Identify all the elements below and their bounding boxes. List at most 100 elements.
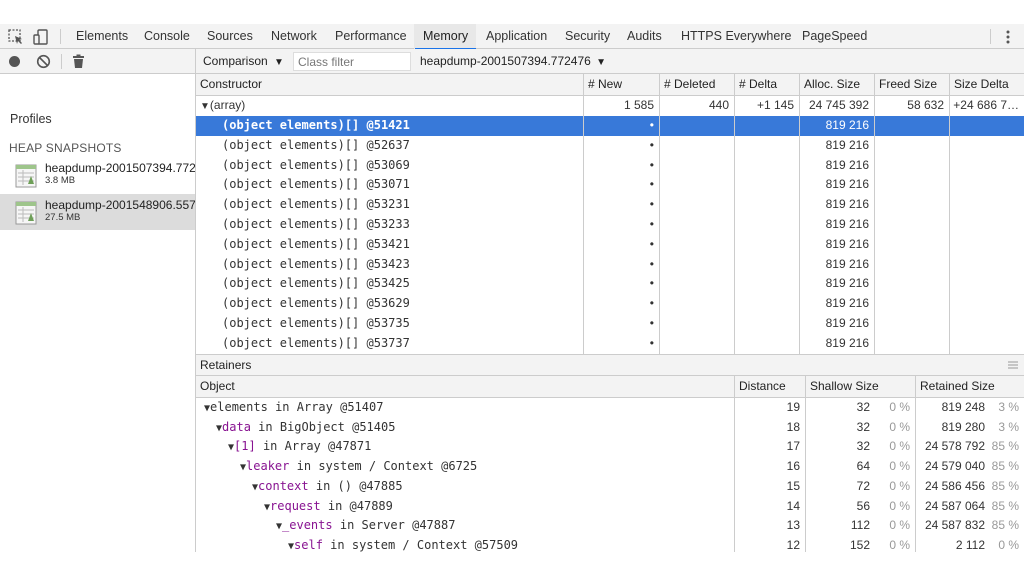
retainer-object: BigObject @51405 [279, 419, 396, 434]
new-cell: • [649, 157, 654, 172]
column-header-shallow-size[interactable]: Shallow Size [805, 376, 915, 398]
table-row[interactable]: (object elements)[] @53421 • 819 216 [196, 235, 1024, 255]
tab-performance[interactable]: Performance [335, 24, 407, 49]
snapshot-item-selected[interactable]: heapdump-2001548906.557 27.5 MB [0, 194, 195, 230]
table-row[interactable]: (object elements)[] @53423 • 819 216 [196, 255, 1024, 275]
retainer-row[interactable]: ▼data in BigObject @51405 18 32 0 % 819 280 3… [196, 418, 1024, 438]
alloc-size-cell: 819 216 [825, 157, 869, 172]
retained-size-cell: 24 578 792 [924, 439, 985, 454]
table-row[interactable]: (object elements)[] @53425 • 819 216 [196, 274, 1024, 294]
retained-size-cell: 24 579 040 [924, 459, 985, 474]
retained-size-cell: 819 248 [941, 400, 985, 414]
class-filter-input[interactable] [293, 52, 411, 71]
tab-audits[interactable]: Audits [627, 24, 662, 49]
column-header-retained-size[interactable]: Retained Size [915, 376, 1024, 398]
retainer-row[interactable]: ▼context in () @47885 15 72 0 % 24 586 456 85… [196, 477, 1024, 497]
trash-icon[interactable] [72, 54, 85, 69]
tab-console[interactable]: Console [144, 24, 190, 49]
retainer-row[interactable]: ▼elements in Array @51407 19 32 0 % 819 248 3… [196, 398, 1024, 418]
column-header-delta[interactable]: # Delta [734, 74, 799, 96]
tab-sources[interactable]: Sources [207, 24, 253, 49]
retainer-row[interactable]: ▼_events in Server @47887 13 112 0 % 24 587 … [196, 516, 1024, 536]
table-row[interactable]: (object elements)[] @53233 • 819 216 [196, 215, 1024, 235]
snapshot-size: 27.5 MB [45, 212, 81, 223]
column-header-new[interactable]: # New [583, 74, 659, 96]
constructor-table-header: Constructor # New # Deleted # Delta Allo… [196, 74, 1024, 96]
constructor-table: Constructor # New # Deleted # Delta Allo… [196, 74, 1024, 354]
record-icon[interactable] [8, 55, 21, 68]
column-header-object[interactable]: Object [196, 376, 734, 398]
constructor-name: (array) [209, 98, 246, 112]
expand-triangle-icon[interactable]: ▼ [200, 101, 210, 112]
more-options-icon[interactable] [999, 28, 1017, 46]
retainer-row[interactable]: ▼request in @47889 14 56 0 % 24 587 064 85 % [196, 497, 1024, 517]
shallow-size-cell: 112 [850, 518, 870, 533]
new-cell: • [649, 256, 654, 271]
column-header-freed-size[interactable]: Freed Size [874, 74, 949, 96]
table-row[interactable]: (object elements)[] @53735 • 819 216 [196, 314, 1024, 334]
alloc-size-cell: 24 745 392 [808, 98, 869, 112]
alloc-size-cell: 819 216 [825, 335, 869, 350]
retainer-property: leaker [246, 459, 290, 474]
device-toolbar-icon[interactable] [32, 28, 50, 46]
size-delta-cell: +24 686 7… [953, 98, 1019, 112]
alloc-size-cell: 819 216 [825, 256, 869, 271]
column-divider [799, 96, 800, 354]
table-row[interactable]: (object elements)[] @53737 • 819 216 [196, 334, 1024, 354]
new-cell: • [649, 276, 654, 291]
shallow-pct-cell: 0 % [889, 498, 910, 513]
table-row-group[interactable]: ▼(array) 1 585 440 +1 145 24 745 392 58 … [196, 96, 1024, 116]
retainer-property: [1] [234, 439, 256, 454]
snapshot-name: heapdump-2001507394.772 [45, 161, 195, 175]
resize-handle-icon[interactable] [1008, 360, 1018, 370]
retainer-row[interactable]: ▼[1] in Array @47871 17 32 0 % 24 578 792 85 … [196, 437, 1024, 457]
constructor-cell: (object elements)[] @51421 [222, 118, 410, 132]
table-row[interactable]: (object elements)[] @53069 • 819 216 [196, 156, 1024, 176]
table-row[interactable]: (object elements)[] @52637 • 819 216 [196, 136, 1024, 156]
retainer-property: context [258, 478, 309, 493]
retainer-in: in [262, 439, 278, 454]
tab-elements[interactable]: Elements [76, 24, 128, 49]
shallow-size-cell: 56 [856, 498, 870, 513]
table-row-selected[interactable]: (object elements)[] @51421 • 819 216 [196, 116, 1024, 136]
new-cell: • [649, 316, 654, 330]
tab-pagespeed[interactable]: PageSpeed [802, 24, 867, 49]
shallow-pct-cell: 0 % [889, 400, 910, 414]
tab-https-everywhere[interactable]: HTTPS Everywhere [681, 24, 791, 49]
tab-network[interactable]: Network [271, 24, 317, 49]
retainers-table: Object Distance Shallow Size Retained Si… [196, 376, 1024, 552]
tab-security[interactable]: Security [565, 24, 610, 49]
shallow-size-cell: 72 [856, 478, 870, 493]
inspect-element-icon[interactable] [7, 28, 25, 46]
column-header-constructor[interactable]: Constructor [196, 74, 583, 96]
alloc-size-cell: 819 216 [825, 316, 869, 330]
snapshot-item[interactable]: heapdump-2001507394.772 3.8 MB [0, 157, 195, 193]
tab-memory[interactable]: Memory [414, 24, 477, 50]
retained-pct-cell: 85 % [991, 498, 1019, 513]
shallow-size-cell: 32 [856, 419, 870, 434]
clear-icon[interactable] [36, 54, 51, 69]
retainer-object-cell: ▼self in system / Context @57509 [284, 536, 730, 552]
retainer-row[interactable]: ▼self in system / Context @57509 12 152 0 %… [196, 536, 1024, 552]
view-select[interactable]: Comparison ▼ [203, 54, 284, 68]
column-header-alloc-size[interactable]: Alloc. Size [799, 74, 874, 96]
retainer-in: in [339, 518, 355, 533]
column-header-deleted[interactable]: # Deleted [659, 74, 734, 96]
table-row[interactable]: (object elements)[] @53629 • 819 216 [196, 294, 1024, 314]
base-snapshot-select[interactable]: heapdump-2001507394.772476 ▼ [420, 54, 606, 68]
column-divider [734, 96, 735, 354]
toolbar-divider [60, 29, 61, 44]
table-row[interactable]: (object elements)[] @53071 • 819 216 [196, 175, 1024, 195]
column-header-distance[interactable]: Distance [734, 376, 805, 398]
tab-application[interactable]: Application [486, 24, 547, 49]
retainer-row[interactable]: ▼leaker in system / Context @6725 16 64 0 %… [196, 457, 1024, 477]
delta-cell: +1 145 [756, 98, 794, 112]
column-header-size-delta[interactable]: Size Delta [949, 74, 1024, 96]
retainer-in: in [315, 478, 331, 493]
constructor-cell: (object elements)[] @53421 [222, 236, 410, 251]
table-row[interactable]: (object elements)[] @53231 • 819 216 [196, 195, 1024, 215]
deleted-cell: 440 [708, 98, 729, 112]
